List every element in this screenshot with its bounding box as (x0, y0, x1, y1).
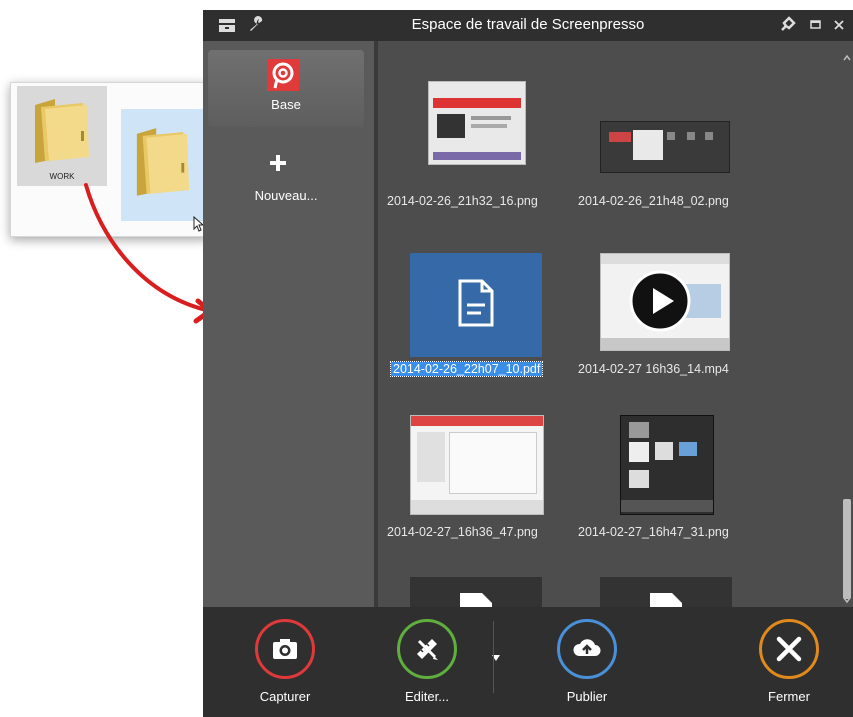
screenshot-thumbnail (620, 415, 714, 515)
close-button[interactable]: Fermer (747, 619, 827, 711)
bottom-toolbar: Capturer Editer... Publier Fermer (203, 607, 853, 717)
window-title: Espace de travail de Screenpresso (411, 16, 645, 33)
folder-icon (35, 99, 89, 163)
publish-label: Publier (566, 689, 608, 704)
capture-label: Capturer (259, 689, 311, 704)
screenpresso-logo-icon (267, 59, 299, 91)
workspace-label: Nouveau... (254, 188, 318, 203)
gallery-item[interactable] (410, 577, 542, 607)
document-icon (460, 593, 492, 607)
new-workspace-button[interactable]: Nouveau... (208, 143, 364, 223)
cloud-upload-icon (557, 619, 617, 679)
workspace-label: Base (271, 97, 301, 112)
screenshot-thumbnail (410, 415, 544, 515)
gallery-item[interactable] (600, 415, 732, 518)
file-name: 2014-02-26_21h32_16.png (387, 194, 538, 208)
screenpresso-workspace-window: Espace de travail de Screenpresso Base N… (203, 10, 853, 717)
screenshot-thumbnail (428, 81, 526, 165)
gallery-item[interactable] (410, 81, 542, 184)
camera-icon (255, 619, 315, 679)
publish-button[interactable]: Publier (545, 619, 625, 711)
work-folder[interactable]: WORK (17, 86, 107, 186)
capture-button[interactable]: Capturer (243, 619, 323, 711)
toolbar-divider (493, 621, 494, 693)
close-icon[interactable] (829, 15, 849, 35)
file-name: 2014-02-27_16h36_47.png (387, 525, 538, 539)
file-name: 2014-02-27 16h36_14.mp4 (578, 362, 729, 376)
gallery-item[interactable] (600, 253, 732, 356)
ruler-pencil-icon (397, 619, 457, 679)
play-icon[interactable] (628, 269, 692, 333)
file-name: 2014-02-26_21h48_02.png (578, 194, 729, 208)
gallery-item[interactable] (600, 121, 732, 224)
scroll-up-icon[interactable] (841, 53, 853, 63)
gallery-item[interactable] (600, 577, 732, 607)
workspace-item-base[interactable]: Base (208, 50, 364, 127)
gallery-scrollbar[interactable] (841, 41, 853, 607)
edit-label: Editer... (404, 689, 450, 704)
plus-icon (270, 155, 286, 171)
document-icon (650, 593, 682, 607)
title-bar: Espace de travail de Screenpresso (203, 10, 853, 41)
close-x-icon (759, 619, 819, 679)
gallery-item[interactable] (410, 415, 544, 518)
file-name[interactable]: 2014-02-26_22h07_10.pdf (389, 361, 544, 377)
workspace-sidebar: Base Nouveau... (203, 41, 374, 607)
gallery-item-selected[interactable] (410, 253, 542, 357)
close-label: Fermer (768, 689, 810, 704)
document-icon (458, 279, 494, 327)
scroll-down-icon[interactable] (841, 595, 853, 605)
capture-gallery: 2014-02-26_21h32_16.png 2014-02-26_21h48… (378, 41, 853, 607)
maximize-icon[interactable] (805, 15, 825, 35)
pin-icon[interactable] (777, 15, 797, 35)
edit-button[interactable]: Editer... (385, 619, 465, 711)
screenshot-thumbnail (600, 121, 730, 173)
file-name: 2014-02-27_16h47_31.png (578, 525, 729, 539)
scroll-thumb[interactable] (843, 499, 851, 599)
